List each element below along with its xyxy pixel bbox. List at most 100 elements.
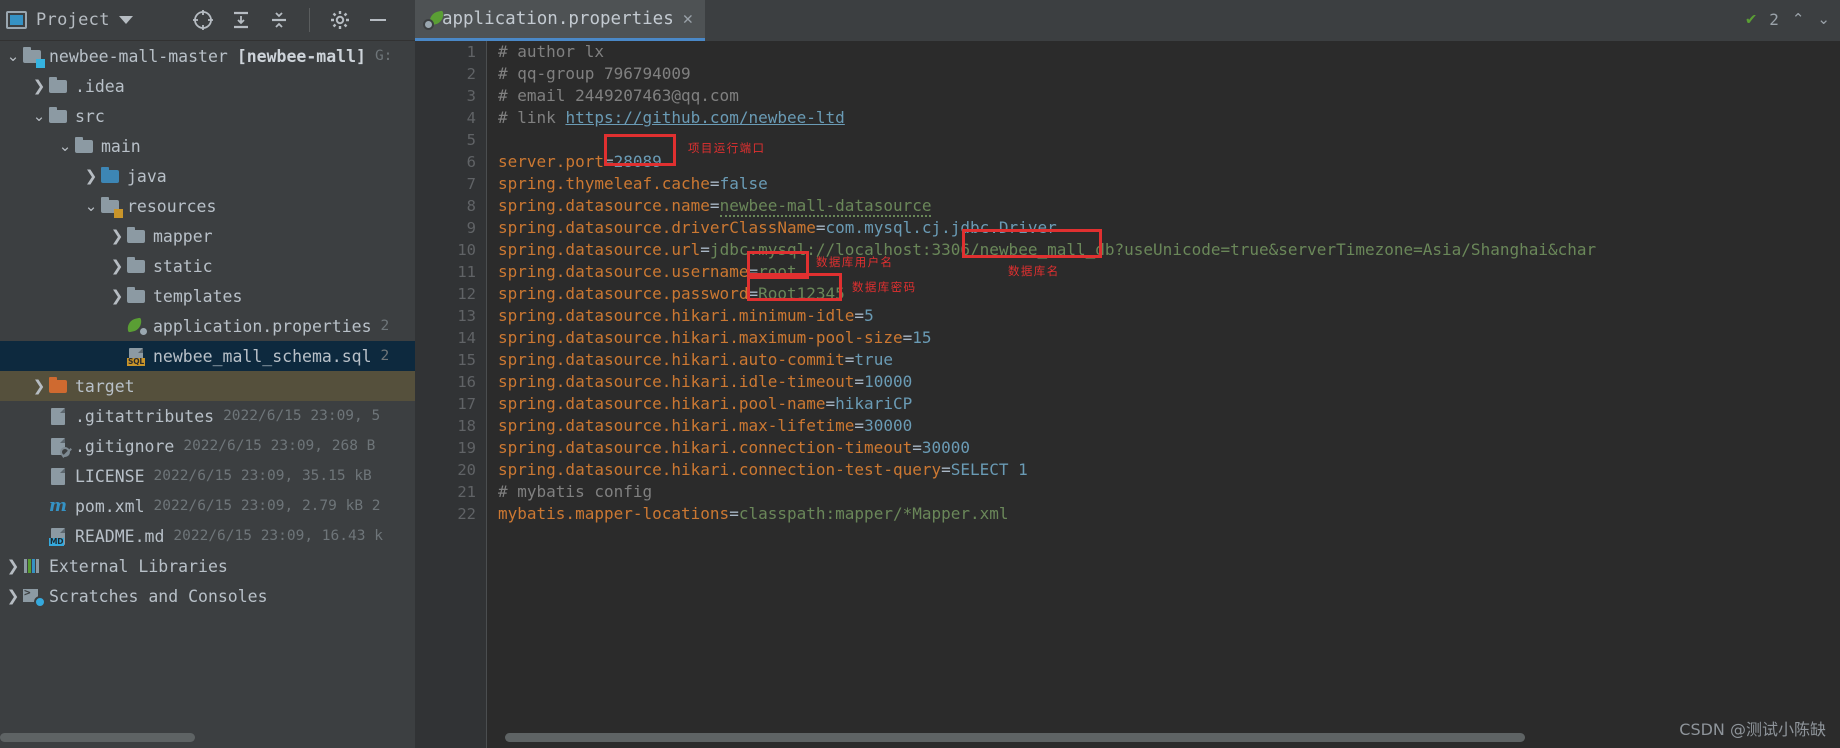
text-file-icon (48, 466, 70, 486)
tree-row-label: pom.xml (75, 496, 145, 516)
tool-window-title: Project (36, 10, 110, 30)
tree-spacer: · (108, 317, 126, 335)
code-viewport[interactable]: 1 2 3 4 5 6 7 8 9 10 11 12 13 14 15 16 17 18 19 20 21 22 # au… (415, 41, 1840, 748)
markdown-file-icon: MD (48, 526, 70, 546)
project-tree[interactable]: ⌄ newbee-mall-master [newbee-mall] G: ❯ .idea… (0, 41, 415, 726)
project-icon (6, 11, 27, 29)
chevron-right-icon[interactable]: ❯ (4, 587, 22, 605)
chevron-right-icon[interactable]: ❯ (108, 227, 126, 245)
tree-row-mapper[interactable]: ❯ mapper (0, 221, 415, 251)
tree-row-label: target (75, 376, 135, 396)
gear-icon[interactable] (328, 8, 352, 32)
tree-row-meta: 2022/6/15 23:09, 2.79 kB 2 (153, 498, 381, 514)
tree-row-pom-xml[interactable]: ·m pom.xml 2022/6/15 23:09, 2.79 kB 2 (0, 491, 415, 521)
locate-icon[interactable] (191, 8, 215, 32)
chevron-up-icon[interactable]: ⌃ (1792, 10, 1805, 28)
tree-row--gitattributes[interactable]: · .gitattributes 2022/6/15 23:09, 5 (0, 401, 415, 431)
editor-horizontal-scrollbar[interactable] (505, 733, 1525, 742)
sidebar-horizontal-scrollbar[interactable] (0, 733, 195, 742)
tree-row-meta: G: (374, 48, 393, 64)
tree-spacer: · (30, 407, 48, 425)
tree-row-java[interactable]: ❯ java (0, 161, 415, 191)
tree-row-static[interactable]: ❯ static (0, 251, 415, 281)
chevron-down-icon[interactable]: ⌄ (4, 47, 22, 65)
expand-all-icon[interactable] (267, 8, 291, 32)
tree-row-meta: 2022/6/15 23:09, 5 (223, 408, 381, 424)
chevron-right-icon[interactable]: ❯ (108, 257, 126, 275)
chevron-right-icon[interactable]: ❯ (30, 377, 48, 395)
tree-row-meta: 2022/6/15 23:09, 268 B (183, 438, 376, 454)
chevron-right-icon[interactable]: ❯ (108, 287, 126, 305)
scratches-icon (22, 586, 46, 608)
code-line-12: spring.datasource.password=Root12345 (498, 284, 845, 303)
sql-file-icon: SQL (126, 346, 148, 366)
tree-row-newbee-mall-master[interactable]: ⌄ newbee-mall-master [newbee-mall] G: (0, 41, 415, 71)
chevron-down-icon[interactable]: ⌄ (56, 137, 74, 155)
folder-icon (74, 136, 96, 156)
folder-source-icon (100, 166, 122, 186)
chevron-down-icon[interactable]: ⌄ (1817, 10, 1830, 28)
tree-spacer: · (30, 467, 48, 485)
tree-row-label: .gitignore (75, 436, 175, 456)
tree-row-label: README.md (75, 526, 165, 546)
line-number: 8 (466, 197, 476, 215)
collapse-all-icon[interactable] (229, 8, 253, 32)
tree-row-resources[interactable]: ⌄ resources (0, 191, 415, 221)
chevron-right-icon[interactable]: ❯ (4, 557, 22, 575)
code-line-7: spring.thymeleaf.cache=false (498, 174, 768, 193)
editor-tab-application-properties[interactable]: application.properties ✕ (415, 0, 705, 41)
tree-row-scratches-and-consoles[interactable]: ❯ Scratches and Consoles (0, 581, 415, 611)
tree-row-application-properties[interactable]: · application.properties 2 (0, 311, 415, 341)
tree-row-label: templates (153, 286, 243, 306)
code-line-11: spring.datasource.username=root (498, 262, 797, 281)
libraries-icon (22, 556, 44, 576)
line-number: 1 (466, 43, 476, 61)
tree-spacer: · (30, 437, 48, 455)
tree-row-main[interactable]: ⌄ main (0, 131, 415, 161)
chevron-down-icon[interactable]: ⌄ (30, 107, 48, 125)
minimize-icon[interactable] (366, 8, 390, 32)
tree-row-license[interactable]: · LICENSE 2022/6/15 23:09, 35.15 kB (0, 461, 415, 491)
tree-row-label: mapper (153, 226, 213, 246)
project-tool-window: Project ⌄ newbee-mall-master [newbee-mal… (0, 0, 415, 748)
chevron-down-icon[interactable]: ⌄ (82, 197, 100, 215)
code-line-8: spring.datasource.name=newbee-mall-datas… (498, 196, 932, 217)
code-line-1: # author lx (498, 42, 604, 61)
tree-row--gitignore[interactable]: · .gitignore 2022/6/15 23:09, 268 B (0, 431, 415, 461)
tree-row--idea[interactable]: ❯ .idea (0, 71, 415, 101)
code-line-16: spring.datasource.hikari.idle-timeout=10… (498, 372, 913, 391)
code-line-13: spring.datasource.hikari.minimum-idle=5 (498, 306, 874, 325)
line-number: 10 (457, 241, 476, 259)
tree-row-module-name: [newbee-mall] (236, 46, 366, 66)
editor-area: application.properties ✕ ✔ 2 ⌃ ⌄ 1234567… (415, 0, 1840, 748)
tree-row-label: newbee_mall_schema.sql (153, 346, 372, 366)
annotation-label-port: 项目运行端口 (688, 141, 766, 155)
tree-row-label: LICENSE (75, 466, 145, 486)
line-number: 7 (466, 175, 476, 193)
folder-icon (126, 256, 148, 276)
tree-row-src[interactable]: ⌄ src (0, 101, 415, 131)
tree-row-external-libraries[interactable]: ❯ External Libraries (0, 551, 415, 581)
tab-label: application.properties (441, 9, 674, 29)
text-file-icon (48, 406, 70, 426)
line-number: 22 (457, 505, 476, 523)
line-number: 21 (457, 483, 476, 501)
folder-icon (126, 226, 148, 246)
tree-row-templates[interactable]: ❯ templates (0, 281, 415, 311)
tree-row-meta: 2022/6/15 23:09, 35.15 kB (153, 468, 372, 484)
code-line-15: spring.datasource.hikari.auto-commit=tru… (498, 350, 893, 369)
tree-row-newbee-mall-schema-sql[interactable]: ·SQLnewbee_mall_schema.sql 2 (0, 341, 415, 371)
code-line-4: # link https://github.com/newbee-ltd (498, 108, 845, 127)
close-icon[interactable]: ✕ (683, 9, 693, 29)
tree-spacer: · (108, 347, 126, 365)
chevron-right-icon[interactable]: ❯ (82, 167, 100, 185)
code-line-18: spring.datasource.hikari.max-lifetime=30… (498, 416, 913, 435)
tree-row-target[interactable]: ❯ target (0, 371, 415, 401)
tree-row-readme-md[interactable]: ·MDREADME.md 2022/6/15 23:09, 16.43 k (0, 521, 415, 551)
editor-tab-bar: application.properties ✕ ✔ 2 ⌃ ⌄ (415, 0, 1840, 41)
line-number-gutter: 1 2 3 4 5 6 7 8 9 10 11 12 13 14 15 16 17 18 19 20 21 22 (415, 41, 487, 748)
chevron-right-icon[interactable]: ❯ (30, 77, 48, 95)
folder-icon (48, 106, 70, 126)
line-number: 14 (457, 329, 476, 347)
chevron-down-icon[interactable] (118, 16, 133, 24)
